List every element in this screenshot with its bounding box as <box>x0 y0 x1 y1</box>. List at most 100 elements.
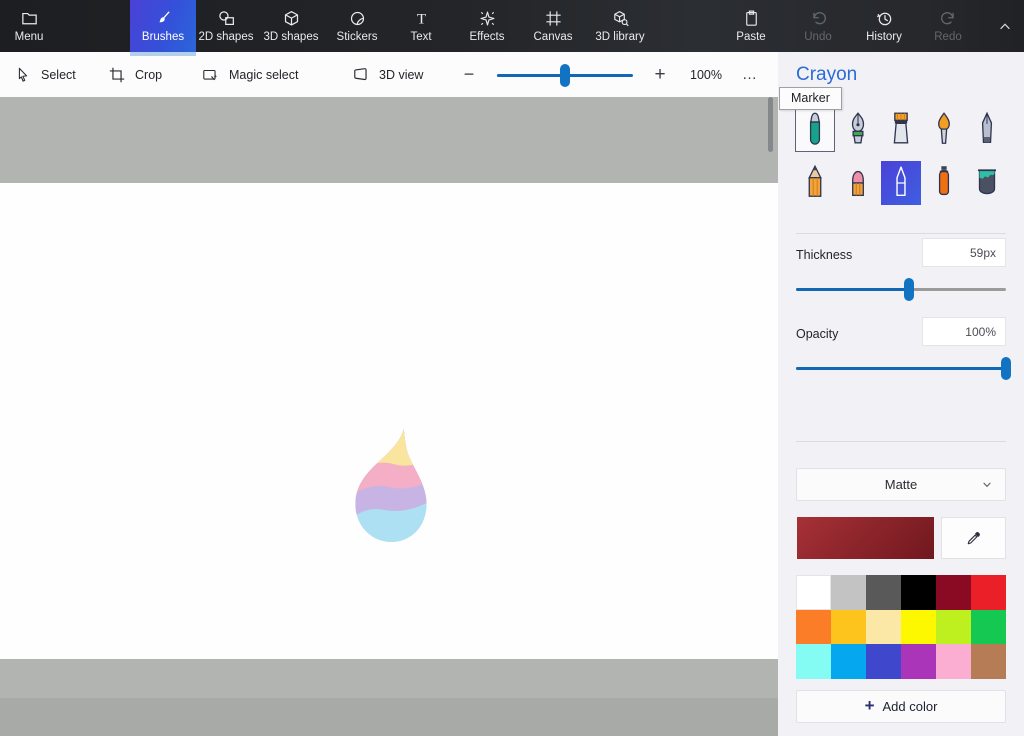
opacity-slider[interactable] <box>796 357 1006 379</box>
palette-color-10[interactable] <box>936 610 971 645</box>
tab-2d-shapes[interactable]: 2D shapes <box>194 0 258 52</box>
eyedropper-button[interactable] <box>941 517 1006 559</box>
palette-color-14[interactable] <box>866 644 901 679</box>
zoom-slider-fill <box>497 74 565 77</box>
3d-library-icon <box>611 9 630 28</box>
brush-spray-can[interactable] <box>924 161 964 205</box>
canvas-scrollbar-thumb[interactable] <box>768 97 773 152</box>
thickness-slider-thumb[interactable] <box>904 278 914 301</box>
palette-color-12[interactable] <box>796 644 831 679</box>
brush-oil-brush[interactable] <box>881 108 921 152</box>
palette-color-1[interactable] <box>831 575 866 610</box>
thickness-slider-fill <box>796 288 909 291</box>
brush-row-2 <box>795 161 1007 205</box>
undo-button[interactable]: Undo <box>788 0 848 52</box>
tab-effects[interactable]: Effects <box>455 0 519 52</box>
select-button[interactable]: Select <box>14 52 76 97</box>
brush-pencil[interactable] <box>795 161 835 205</box>
drawing-canvas[interactable] <box>0 183 778 659</box>
workspace <box>0 97 778 736</box>
thickness-value-input[interactable]: 59px <box>922 238 1006 267</box>
palette-color-15[interactable] <box>901 644 936 679</box>
palette-color-7[interactable] <box>831 610 866 645</box>
tab-3d-shapes-label: 3D shapes <box>264 31 319 43</box>
zoom-out-button[interactable]: − <box>458 52 480 97</box>
palette-color-17[interactable] <box>971 644 1006 679</box>
tab-stickers[interactable]: Stickers <box>325 0 389 52</box>
history-button[interactable]: History <box>854 0 914 52</box>
brush-watercolour[interactable] <box>924 108 964 152</box>
zoom-in-button[interactable]: + <box>648 52 672 97</box>
color-palette <box>796 575 1006 679</box>
more-options-button[interactable]: … <box>736 52 764 97</box>
brush-fill[interactable] <box>967 161 1007 205</box>
current-color-swatch[interactable] <box>797 517 934 559</box>
chevron-down-icon <box>981 479 993 491</box>
menu-icon <box>20 9 39 28</box>
pixel-pen-icon <box>972 110 1002 150</box>
brush-crayon[interactable] <box>881 161 921 205</box>
paste-button[interactable]: Paste <box>721 0 781 52</box>
brush-eraser[interactable] <box>838 161 878 205</box>
tab-brushes[interactable]: Brushes <box>130 0 196 52</box>
crop-label: Crop <box>135 68 162 82</box>
tab-3d-shapes[interactable]: 3D shapes <box>259 0 323 52</box>
selected-brush-title: Crayon <box>796 64 857 86</box>
undo-icon <box>809 9 828 28</box>
palette-color-5[interactable] <box>971 575 1006 610</box>
redo-icon <box>939 9 958 28</box>
palette-color-4[interactable] <box>936 575 971 610</box>
palette-color-9[interactable] <box>901 610 936 645</box>
palette-color-8[interactable] <box>866 610 901 645</box>
effects-icon <box>478 9 497 28</box>
opacity-value: 100% <box>965 325 996 339</box>
3d-view-button[interactable]: 3D view <box>352 52 423 97</box>
tab-text[interactable]: T Text <box>391 0 451 52</box>
paint3d-window: Menu Brushes 2D shapes 3D shapes Sticker… <box>0 0 1024 736</box>
palette-color-2[interactable] <box>866 575 901 610</box>
3d-view-label: 3D view <box>379 68 423 82</box>
zoom-slider-thumb[interactable] <box>560 64 570 87</box>
paint3d-drop-logo <box>343 423 438 551</box>
palette-color-16[interactable] <box>936 644 971 679</box>
opacity-value-input[interactable]: 100% <box>922 317 1006 346</box>
brush-pixel-pen[interactable] <box>967 108 1007 152</box>
spray-can-icon <box>929 163 959 203</box>
brush-marker[interactable] <box>795 108 835 152</box>
canvas-toolbar: Select Crop Magic select 3D view − + 100… <box>0 52 778 97</box>
crayon-icon <box>886 163 916 203</box>
tab-3d-library[interactable]: 3D library <box>584 0 656 52</box>
brush-calligraphy-pen[interactable] <box>838 108 878 152</box>
redo-button[interactable]: Redo <box>918 0 978 52</box>
brush-row-1 <box>795 108 1007 152</box>
collapse-ribbon-button[interactable] <box>990 0 1020 52</box>
top-toolbar: Menu Brushes 2D shapes 3D shapes Sticker… <box>0 0 1024 52</box>
palette-color-3[interactable] <box>901 575 936 610</box>
tab-canvas[interactable]: Canvas <box>521 0 585 52</box>
menu-button[interactable]: Menu <box>6 0 52 52</box>
tab-text-label: Text <box>410 31 431 43</box>
opacity-slider-thumb[interactable] <box>1001 357 1011 380</box>
add-color-label: Add color <box>883 699 938 714</box>
palette-color-0[interactable] <box>796 575 831 610</box>
zoom-value[interactable]: 100% <box>686 52 726 97</box>
magic-select-button[interactable]: Magic select <box>202 52 298 97</box>
marker-tooltip: Marker <box>779 87 842 110</box>
tab-canvas-label: Canvas <box>534 31 573 43</box>
2d-shapes-icon <box>217 9 236 28</box>
palette-color-11[interactable] <box>971 610 1006 645</box>
fill-icon <box>972 163 1002 203</box>
zoom-slider[interactable] <box>497 64 633 86</box>
zoom-out-label: − <box>464 64 475 85</box>
crop-button[interactable]: Crop <box>108 52 162 97</box>
palette-color-13[interactable] <box>831 644 866 679</box>
material-selected-label: Matte <box>885 477 918 492</box>
eyedropper-icon <box>965 530 982 547</box>
3d-view-icon <box>352 66 370 84</box>
palette-color-6[interactable] <box>796 610 831 645</box>
material-dropdown[interactable]: Matte <box>796 468 1006 501</box>
marker-icon <box>800 110 830 150</box>
add-color-button[interactable]: + Add color <box>796 690 1006 723</box>
divider <box>796 233 1006 234</box>
thickness-slider[interactable] <box>796 278 1006 300</box>
